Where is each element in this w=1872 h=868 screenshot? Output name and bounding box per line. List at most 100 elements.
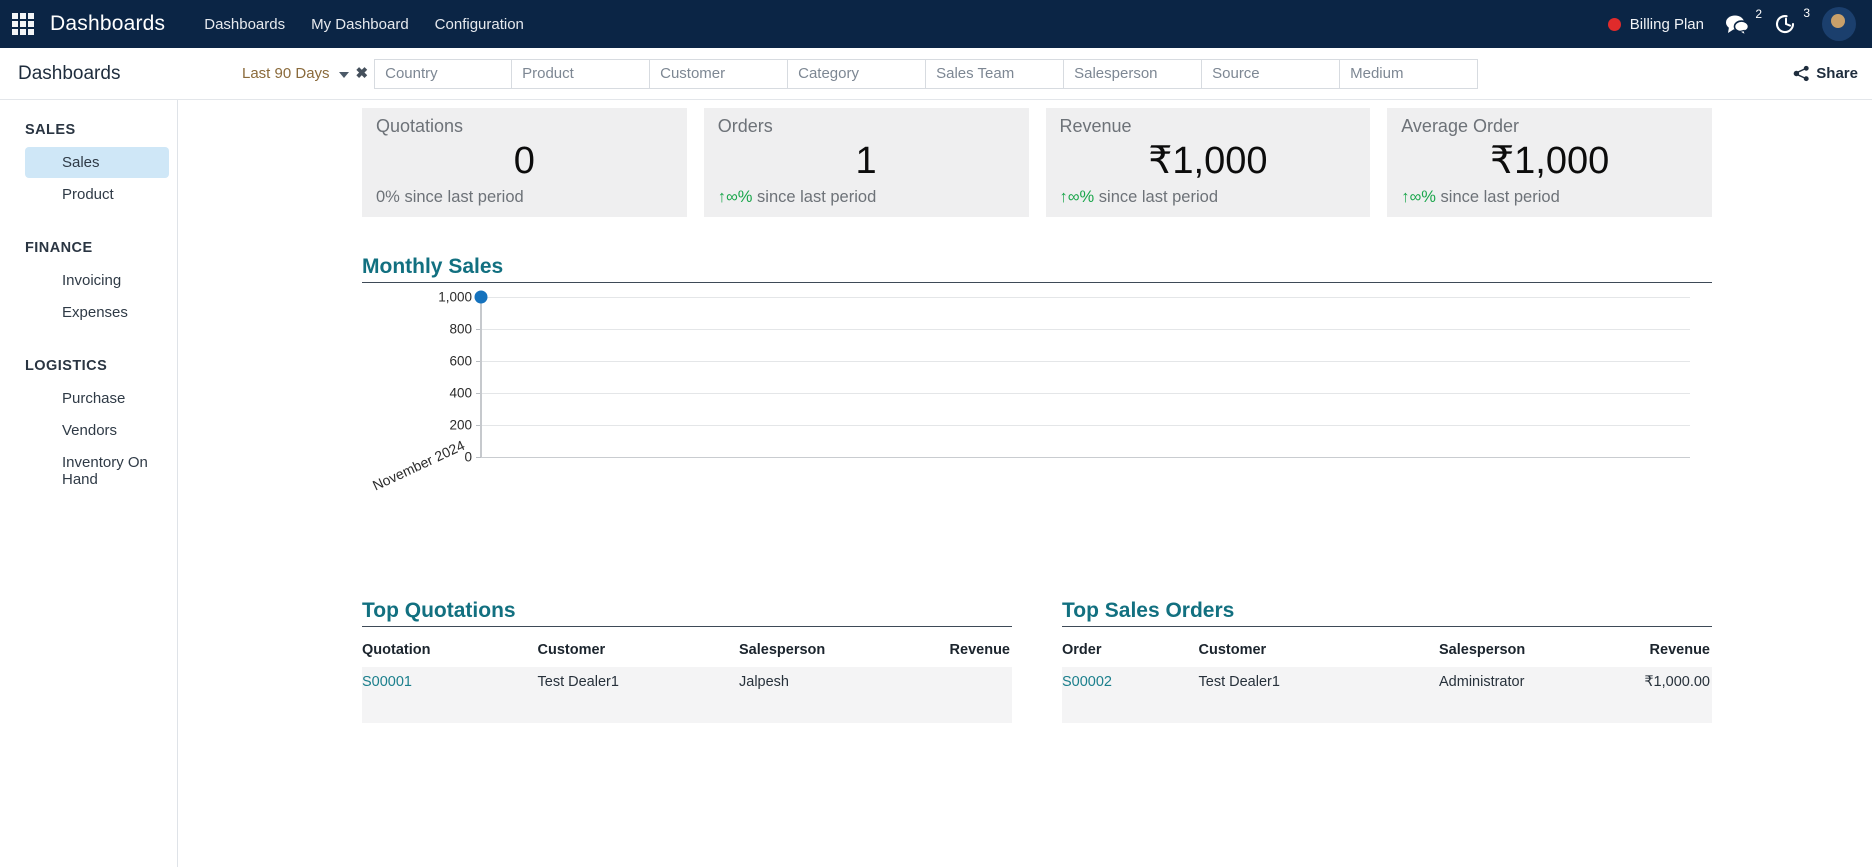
sidebar-group-finance: FINANCE	[25, 240, 93, 256]
filter-country[interactable]: Country	[374, 58, 513, 89]
chart-plot-area	[474, 290, 1690, 458]
chart-y-tick-label: 600	[449, 353, 472, 369]
chart-axis-tick	[476, 456, 481, 458]
kpi-change-arrow-icon: ↑	[717, 187, 726, 206]
navbar-right-tools: Billing Plan 2 3	[1598, 6, 1858, 41]
kpi-change-arrow-icon: ↑	[1401, 187, 1410, 206]
kpi-value: ₹1,000	[1489, 140, 1610, 182]
activity-clock-icon	[1775, 15, 1795, 34]
sidebar-item-expenses[interactable]: Expenses	[25, 297, 169, 328]
table-row[interactable]: S00001 Test Dealer1 Jalpesh	[362, 666, 1012, 697]
top-quotations-block: Top Quotations Quotation Customer Salesp…	[362, 599, 1012, 723]
column-header-salesperson: Salesperson	[1439, 641, 1526, 658]
period-filter[interactable]: Last 90 Days ✖	[240, 59, 374, 89]
kpi-change: ↑∞% since last period	[1060, 188, 1357, 207]
kpi-value: ₹1,000	[1148, 140, 1268, 182]
chart-y-tick-label: 400	[449, 385, 472, 401]
nav-item-my-dashboard[interactable]: My Dashboard	[298, 10, 422, 39]
chart-gridline	[481, 424, 1690, 426]
kpi-title: Quotations	[376, 116, 464, 136]
sidebar-item-product[interactable]: Product	[25, 179, 169, 210]
sidebar-item-vendors[interactable]: Vendors	[25, 415, 169, 446]
order-link[interactable]: S00002	[1062, 667, 1199, 697]
table-row-spacer	[1062, 696, 1712, 723]
filter-customer[interactable]: Customer	[650, 58, 789, 89]
kpi-change-suffix: since last period	[1435, 187, 1560, 206]
kpi-card-row: Quotations 0 0% since last period Orders…	[362, 100, 1712, 217]
chart-gridline	[481, 392, 1690, 394]
monthly-sales-title: Monthly Sales	[362, 255, 1712, 283]
kpi-change-suffix: since last period	[752, 187, 877, 206]
kpi-title: Revenue	[1059, 116, 1132, 136]
cell-salesperson: Jalpesh	[739, 673, 789, 690]
app-brand-title[interactable]: Dashboards	[50, 12, 165, 36]
apps-grid-icon[interactable]	[10, 11, 36, 37]
filter-category[interactable]: Category	[788, 58, 927, 89]
messages-badge-count: 2	[1755, 7, 1762, 21]
kpi-change: ↑∞% since last period	[1401, 188, 1698, 207]
kpi-card-revenue[interactable]: Revenue ₹1,000 ↑∞% since last period	[1045, 108, 1371, 217]
share-button[interactable]: Share	[1779, 65, 1858, 82]
activities-badge-count: 3	[1803, 6, 1810, 20]
nav-item-dashboards[interactable]: Dashboards	[191, 10, 298, 39]
nav-item-configuration[interactable]: Configuration	[422, 10, 537, 39]
messages-button[interactable]: 2	[1718, 7, 1764, 39]
table-header-row: Quotation Customer Salesperson Revenue	[362, 633, 1012, 667]
sidebar-item-invoicing[interactable]: Invoicing	[25, 265, 169, 296]
kpi-change-suffix: since last period	[399, 187, 524, 206]
kpi-card-average-order[interactable]: Average Order ₹1,000 ↑∞% since last peri…	[1387, 108, 1712, 217]
chart-y-tick-label: 200	[449, 417, 472, 433]
chart-point-stem	[480, 296, 482, 457]
billing-plan-button[interactable]: Billing Plan	[1598, 12, 1714, 37]
chevron-down-icon[interactable]	[338, 72, 349, 78]
monthly-sales-chart[interactable]: 0 200 400 600 800 1,000 November 2024	[362, 289, 1712, 547]
column-header-customer: Customer	[537, 641, 606, 658]
sidebar-group-sales: SALES	[25, 122, 76, 138]
page-title: Dashboards	[18, 62, 121, 84]
sidebar-item-inventory-on-hand[interactable]: Inventory On Hand	[25, 447, 169, 495]
top-quotations-title: Top Quotations	[362, 599, 1012, 627]
filter-sales-team[interactable]: Sales Team	[926, 58, 1065, 89]
table-row[interactable]: S00002 Test Dealer1 Administrator ₹1,000…	[1062, 666, 1712, 697]
messages-icon	[1726, 15, 1750, 35]
column-header-revenue: Revenue	[949, 641, 1010, 658]
period-filter-value[interactable]: Last 90 Days	[242, 65, 330, 82]
sidebar-item-sales[interactable]: Sales	[25, 147, 169, 178]
sidebar: SALES Sales Product FINANCE Invoicing Ex…	[0, 100, 178, 867]
kpi-change-value: 0%	[376, 187, 400, 206]
table-row-spacer	[362, 696, 1012, 723]
filter-source[interactable]: Source	[1202, 58, 1341, 89]
filter-product[interactable]: Product	[512, 58, 651, 89]
quotation-link[interactable]: S00001	[362, 667, 538, 697]
filter-medium[interactable]: Medium	[1340, 58, 1479, 89]
kpi-value: 0	[513, 140, 535, 182]
kpi-title: Orders	[717, 116, 773, 136]
billing-plan-label: Billing Plan	[1629, 15, 1704, 33]
dashboard-content: Quotations 0 0% since last period Orders…	[178, 100, 1872, 867]
chart-data-point[interactable]	[474, 290, 488, 304]
kpi-change: ↑∞% since last period	[718, 188, 1015, 207]
kpi-card-orders[interactable]: Orders 1 ↑∞% since last period	[703, 108, 1029, 217]
activities-button[interactable]: 3	[1768, 6, 1812, 40]
filter-salesperson[interactable]: Salesperson	[1064, 58, 1203, 89]
user-avatar[interactable]	[1822, 7, 1856, 41]
column-header-revenue: Revenue	[1649, 641, 1710, 658]
sidebar-item-purchase[interactable]: Purchase	[25, 383, 169, 414]
kpi-card-quotations[interactable]: Quotations 0 0% since last period	[362, 108, 687, 217]
share-nodes-icon	[1793, 65, 1809, 82]
kpi-change: 0% since last period	[376, 188, 673, 207]
column-header-quotation: Quotation	[362, 641, 431, 658]
cell-salesperson: Administrator	[1439, 673, 1525, 690]
bottom-tables: Top Quotations Quotation Customer Salesp…	[362, 599, 1712, 723]
chart-gridline	[481, 456, 1690, 458]
billing-status-dot	[1607, 17, 1621, 31]
kpi-value: 1	[855, 140, 877, 182]
sidebar-group-logistics: LOGISTICS	[25, 358, 108, 374]
kpi-title: Average Order	[1401, 116, 1519, 136]
kpi-change-value: ∞%	[1067, 187, 1095, 206]
spacer-cell	[362, 697, 1012, 723]
close-x-icon[interactable]: ✖	[356, 66, 369, 81]
cell-customer: Test Dealer1	[537, 673, 619, 690]
chart-y-axis: 0 200 400 600 800 1,000	[410, 289, 472, 464]
column-header-customer: Customer	[1198, 641, 1267, 658]
